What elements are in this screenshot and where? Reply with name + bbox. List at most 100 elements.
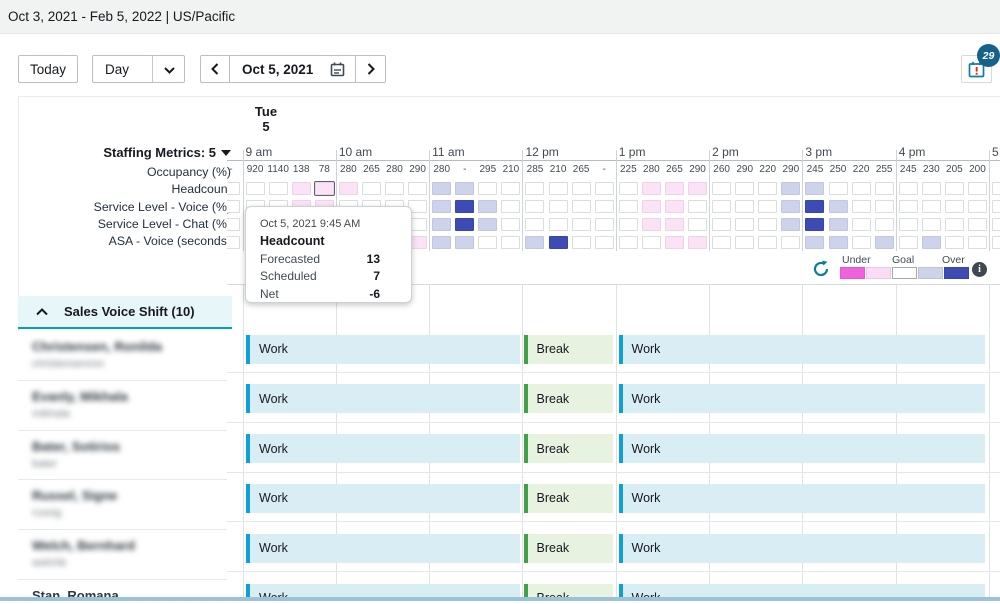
heatmap-cell[interactable] — [688, 182, 707, 195]
heatmap-cell[interactable] — [595, 200, 614, 213]
heatmap-cell[interactable] — [572, 182, 591, 195]
heatmap-cell[interactable] — [408, 182, 427, 195]
heatmap-cell[interactable] — [572, 236, 591, 249]
heatmap-cell[interactable] — [595, 236, 614, 249]
heatmap-cell[interactable] — [712, 200, 731, 213]
heatmap-cell[interactable] — [478, 200, 497, 213]
heatmap-cell[interactable] — [758, 182, 777, 195]
heatmap-cell[interactable] — [549, 200, 568, 213]
heatmap-cell[interactable] — [968, 182, 987, 195]
heatmap-cell[interactable] — [432, 200, 451, 213]
heatmap-cell[interactable] — [735, 236, 754, 249]
heatmap-cell[interactable] — [269, 182, 288, 195]
heatmap-cell[interactable] — [501, 182, 520, 195]
heatmap-cell[interactable] — [455, 218, 474, 231]
heatmap-cell[interactable] — [758, 218, 777, 231]
heatmap-cell[interactable] — [805, 236, 824, 249]
heatmap-cell[interactable] — [899, 200, 918, 213]
work-shift-segment[interactable]: Work — [619, 484, 985, 513]
heatmap-cell[interactable] — [525, 200, 544, 213]
agent-row[interactable]: Christensen, Ronildachristensenron — [18, 331, 227, 381]
heatmap-cell[interactable] — [781, 200, 800, 213]
work-shift-segment[interactable]: Work — [246, 434, 520, 463]
heatmap-cell[interactable] — [781, 236, 800, 249]
heatmap-cell[interactable] — [501, 218, 520, 231]
heatmap-cell[interactable] — [619, 200, 638, 213]
heatmap-cell[interactable] — [227, 182, 240, 195]
heatmap-cell[interactable] — [735, 218, 754, 231]
heatmap-cell[interactable] — [362, 182, 381, 195]
heatmap-cell[interactable] — [875, 218, 894, 231]
heatmap-cell[interactable] — [805, 218, 824, 231]
heatmap-cell[interactable] — [642, 236, 661, 249]
heatmap-cell[interactable] — [781, 182, 800, 195]
break-shift-segment[interactable]: Break — [524, 484, 613, 513]
heatmap-cell[interactable] — [875, 236, 894, 249]
heatmap-cell[interactable] — [339, 182, 358, 195]
heatmap-cell[interactable] — [852, 182, 871, 195]
heatmap-cell[interactable] — [478, 218, 497, 231]
work-shift-segment[interactable]: Work — [246, 484, 520, 513]
heatmap-cell[interactable] — [945, 182, 964, 195]
work-shift-segment[interactable]: Work — [246, 335, 520, 364]
heatmap-cell[interactable] — [642, 182, 661, 195]
heatmap-cell[interactable] — [549, 218, 568, 231]
work-shift-segment[interactable]: Work — [619, 434, 985, 463]
agent-row[interactable]: Stan, Romana — [18, 580, 227, 597]
heatmap-cell[interactable] — [549, 182, 568, 195]
heatmap-cell[interactable] — [922, 182, 941, 195]
heatmap-cell[interactable] — [315, 182, 334, 195]
heatmap-cell[interactable] — [501, 236, 520, 249]
heatmap-cell[interactable] — [688, 218, 707, 231]
heatmap-cell[interactable] — [227, 200, 240, 213]
heatmap-cell[interactable] — [875, 182, 894, 195]
heatmap-cell[interactable] — [455, 200, 474, 213]
work-shift-segment[interactable]: Work — [619, 584, 985, 598]
heatmap-cell[interactable] — [665, 218, 684, 231]
heatmap-cell[interactable] — [829, 218, 848, 231]
agent-row[interactable]: Bater, Sotiriosbater — [18, 431, 227, 481]
heatmap-cell[interactable] — [688, 200, 707, 213]
heatmap-cell[interactable] — [829, 236, 848, 249]
heatmap-cell[interactable] — [922, 218, 941, 231]
alert-count-badge[interactable]: 29 — [977, 44, 1000, 67]
heatmap-cell[interactable] — [758, 236, 777, 249]
work-shift-segment[interactable]: Work — [246, 534, 520, 563]
heatmap-cell[interactable] — [922, 236, 941, 249]
heatmap-cell[interactable] — [525, 218, 544, 231]
heatmap-cell[interactable] — [899, 182, 918, 195]
break-shift-segment[interactable]: Break — [524, 534, 613, 563]
heatmap-cell[interactable] — [572, 218, 591, 231]
heatmap-cell[interactable] — [992, 200, 1000, 213]
heatmap-cell[interactable] — [227, 218, 240, 231]
heatmap-cell[interactable] — [595, 218, 614, 231]
work-shift-segment[interactable]: Work — [246, 584, 520, 598]
heatmap-cell[interactable] — [922, 200, 941, 213]
heatmap-cell[interactable] — [478, 182, 497, 195]
work-shift-segment[interactable]: Work — [619, 534, 985, 563]
heatmap-cell[interactable] — [805, 200, 824, 213]
heatmap-cell[interactable] — [992, 218, 1000, 231]
work-shift-segment[interactable]: Work — [619, 335, 985, 364]
heatmap-cell[interactable] — [968, 200, 987, 213]
heatmap-cell[interactable] — [665, 200, 684, 213]
heatmap-cell[interactable] — [246, 182, 265, 195]
heatmap-cell[interactable] — [735, 200, 754, 213]
heatmap-cell[interactable] — [992, 236, 1000, 249]
heatmap-cell[interactable] — [852, 200, 871, 213]
heatmap-cell[interactable] — [572, 200, 591, 213]
heatmap-cell[interactable] — [227, 236, 240, 249]
agent-row[interactable]: Welch, Bernhardwelchb — [18, 530, 227, 580]
heatmap-cell[interactable] — [968, 236, 987, 249]
staffing-metrics-dropdown[interactable]: Staffing Metrics: 5 — [18, 145, 231, 160]
heatmap-cell[interactable] — [992, 182, 1000, 195]
heatmap-cell[interactable] — [619, 218, 638, 231]
heatmap-cell[interactable] — [525, 182, 544, 195]
heatmap-cell[interactable] — [945, 236, 964, 249]
heatmap-cell[interactable] — [875, 200, 894, 213]
heatmap-cell[interactable] — [619, 182, 638, 195]
break-shift-segment[interactable]: Break — [524, 434, 613, 463]
heatmap-cell[interactable] — [665, 182, 684, 195]
next-day-button[interactable] — [356, 55, 386, 83]
heatmap-cell[interactable] — [829, 200, 848, 213]
